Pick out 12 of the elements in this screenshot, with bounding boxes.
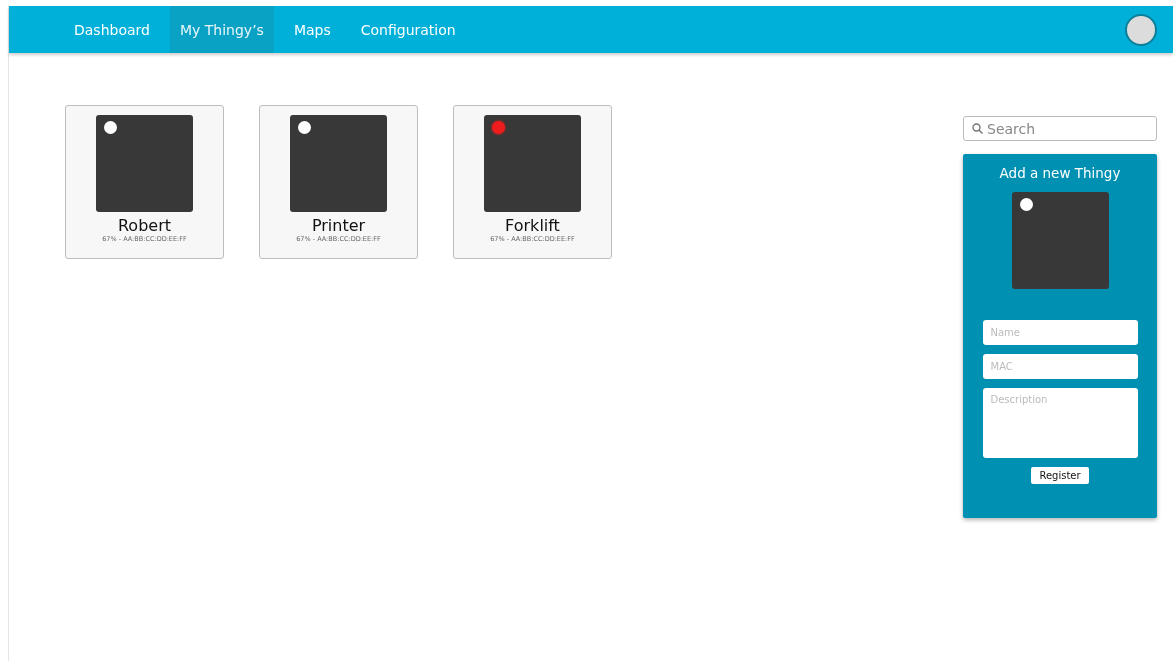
status-dot — [1019, 198, 1033, 211]
name-field[interactable]: Name — [982, 320, 1138, 345]
thingy-name: Forklift — [505, 216, 560, 235]
panel-title: Add a new Thingy — [999, 165, 1121, 181]
avatar[interactable] — [1125, 13, 1157, 46]
search-field[interactable]: Search — [963, 116, 1157, 141]
thingy-name: Printer — [311, 216, 366, 235]
mac-field[interactable]: MAC — [982, 354, 1138, 379]
search-icon — [972, 123, 983, 134]
description-field[interactable]: Description — [982, 388, 1138, 458]
register-button[interactable]: Register — [1031, 467, 1089, 484]
thingy-name: Robert — [117, 216, 171, 235]
